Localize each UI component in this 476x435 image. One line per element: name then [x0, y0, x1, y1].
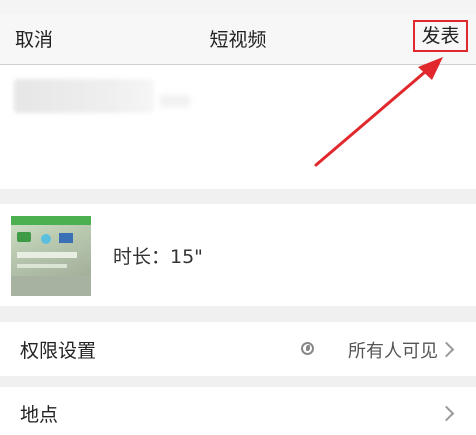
- video-thumbnail[interactable]: [11, 216, 91, 296]
- permission-settings-label: 权限设置: [20, 340, 97, 362]
- status-bar: [0, 0, 476, 14]
- permission-settings-row[interactable]: 权限设置 所有人可见: [0, 322, 476, 376]
- location-row[interactable]: 地点: [0, 387, 476, 435]
- blurred-text-tail: [160, 95, 190, 107]
- caption-input[interactable]: [0, 65, 476, 189]
- video-attachment-row: 时长：15": [0, 204, 476, 306]
- page-title: 短视频: [209, 29, 267, 51]
- publish-button[interactable]: 发表: [413, 20, 468, 52]
- chevron-right-icon: [438, 405, 455, 422]
- nav-bar: 取消 短视频 发表: [0, 14, 476, 65]
- permission-settings-value: 所有人可见: [348, 341, 438, 362]
- globe-icon: [301, 342, 314, 355]
- chevron-right-icon: [438, 341, 455, 358]
- location-label: 地点: [20, 404, 59, 426]
- blurred-text: [14, 79, 154, 113]
- video-duration: 时长：15": [113, 246, 203, 268]
